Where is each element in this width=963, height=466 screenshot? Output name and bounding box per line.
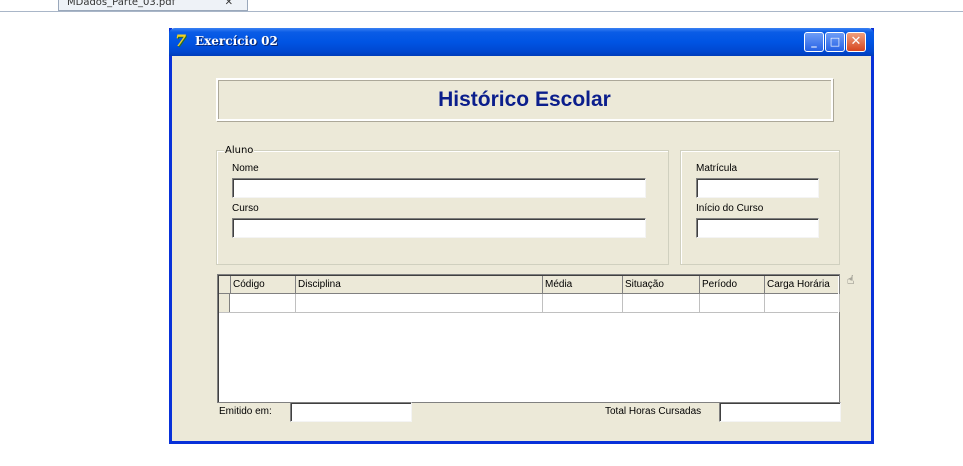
column-header-codigo[interactable]: Código (231, 276, 296, 293)
minimize-button[interactable]: _ (804, 32, 824, 52)
disciplinas-grid[interactable]: Código Disciplina Média Situação Período… (217, 274, 840, 403)
inicio-curso-label: Início do Curso (696, 203, 764, 214)
column-header-media[interactable]: Média (543, 276, 623, 293)
total-horas-label: Total Horas Cursadas (605, 406, 702, 417)
window-title: Exercício 02 (195, 34, 278, 48)
column-header-situacao[interactable]: Situação (623, 276, 700, 293)
aluno-groupbox: Aluno Nome Curso (216, 145, 669, 265)
tab-close-icon[interactable]: ✕ (225, 0, 233, 9)
nome-label: Nome (232, 163, 259, 174)
heading-panel: Histórico Escolar (216, 78, 833, 121)
matricula-groupbox: Matrícula Início do Curso (680, 150, 840, 265)
app-window: 7 Exercício 02 _ □ ✕ Histórico Escolar A… (169, 28, 874, 444)
page-title: Histórico Escolar (438, 88, 611, 111)
curso-field[interactable] (232, 218, 646, 238)
pdf-document-tab[interactable]: MDados_Parte_03.pdf ✕ (58, 0, 248, 11)
nome-field[interactable] (232, 178, 646, 198)
matricula-label: Matrícula (696, 163, 738, 174)
close-button[interactable]: ✕ (846, 32, 866, 52)
column-header-carga-horaria[interactable]: Carga Horária (765, 276, 840, 293)
emitido-em-label: Emitido em: (219, 406, 272, 417)
pdf-tab-strip: MDados_Parte_03.pdf ✕ (0, 0, 963, 12)
row-indicator[interactable] (219, 294, 230, 312)
maximize-button[interactable]: □ (825, 32, 845, 52)
table-cell[interactable] (700, 294, 765, 312)
window-titlebar[interactable]: 7 Exercício 02 _ □ ✕ (169, 28, 874, 56)
table-cell[interactable] (623, 294, 700, 312)
pdf-tab-label: MDados_Parte_03.pdf (67, 0, 176, 8)
delphi-app-icon: 7 (175, 31, 187, 50)
table-cell[interactable] (543, 294, 623, 312)
form-client-area: Histórico Escolar Aluno Nome Curso Matrí… (172, 56, 871, 441)
table-cell[interactable] (765, 294, 840, 312)
curso-label: Curso (232, 203, 259, 214)
aluno-group-legend: Aluno (224, 145, 255, 157)
inicio-curso-field[interactable] (696, 218, 819, 238)
grid-header: Código Disciplina Média Situação Período… (219, 276, 840, 294)
matricula-field[interactable] (696, 178, 819, 198)
emitido-em-field[interactable] (290, 402, 412, 422)
column-header-disciplina[interactable]: Disciplina (296, 276, 543, 293)
table-cell[interactable] (296, 294, 543, 312)
total-horas-field[interactable] (719, 402, 841, 422)
hand-cursor-icon: ☝ (847, 273, 855, 287)
table-cell[interactable] (231, 294, 296, 312)
grid-corner-cell (219, 276, 231, 293)
table-row[interactable] (219, 294, 840, 313)
column-header-periodo[interactable]: Período (700, 276, 765, 293)
